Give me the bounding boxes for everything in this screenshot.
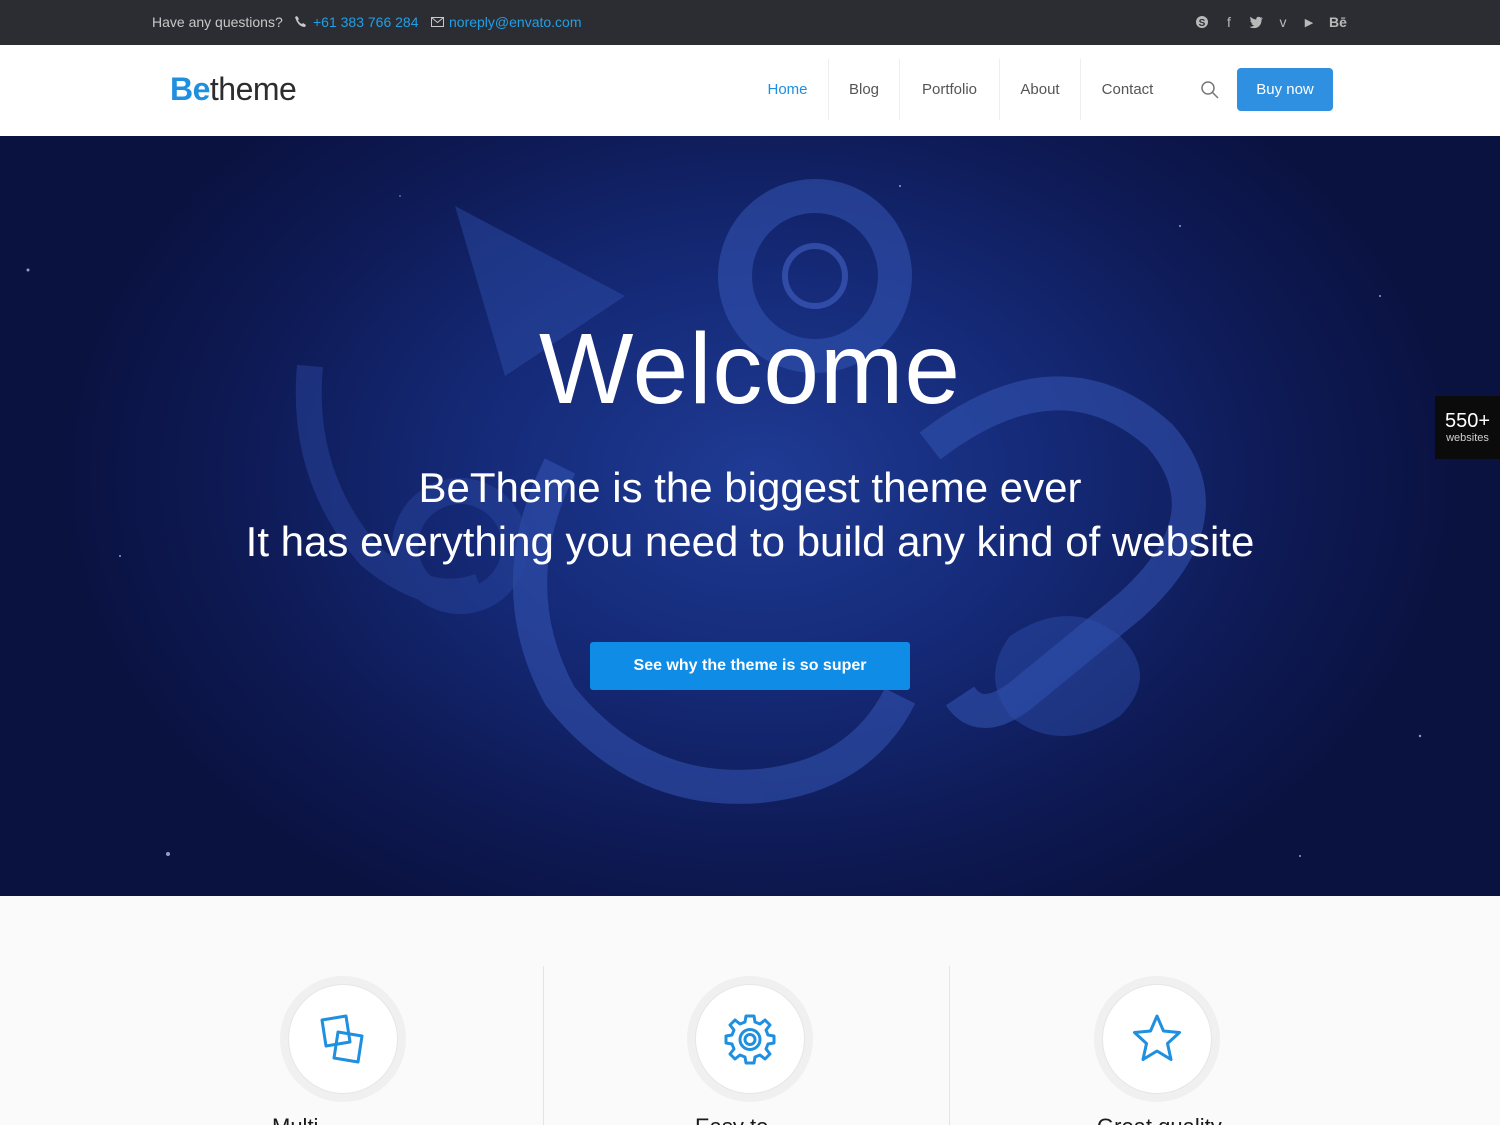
nav-about[interactable]: About [1000,59,1080,120]
documents-icon [320,1014,364,1064]
feature-icon-circle [280,976,406,1102]
hero-background-illustration [26,179,1422,857]
feature-icon-circle [1094,976,1220,1102]
vimeo-icon[interactable]: v [1272,12,1294,32]
phone-icon [295,16,306,27]
buy-now-button[interactable]: Buy now [1237,68,1333,111]
feature-icon-circle [687,976,813,1102]
nav-home[interactable]: Home [747,59,828,120]
feature-title: Great quality [1097,1114,1222,1125]
logo-theme: theme [209,71,297,107]
logo[interactable]: Betheme [170,71,297,107]
facebook-icon[interactable]: f [1219,12,1239,32]
nav-portfolio[interactable]: Portfolio [900,59,999,120]
twitter-icon[interactable] [1245,12,1267,32]
skype-icon[interactable]: S [1192,12,1212,32]
questions-text: Have any questions? [152,14,283,30]
svg-text:S: S [1199,18,1206,29]
mail-icon [431,17,444,27]
badge-label: websites [1446,432,1489,444]
badge-count: 550+ [1444,410,1491,432]
star-icon [1133,1014,1181,1061]
feature-divider [543,966,544,1125]
nav-contact[interactable]: Contact [1081,59,1174,120]
feature-divider [949,966,950,1125]
websites-count-badge[interactable]: 550+ websites [1435,396,1500,459]
search-icon[interactable] [1200,80,1220,100]
feature-title: Easy to [695,1114,768,1125]
top-bar: Have any questions? +61 383 766 284 nore… [0,0,1500,45]
phone-link[interactable]: +61 383 766 284 [313,14,419,30]
hero-title: Welcome [539,313,961,425]
hero-subtitle-line1: BeTheme is the biggest theme ever [418,464,1082,511]
hero-subtitle-line2: It has everything you need to build any … [245,518,1255,565]
gear-icon [724,1014,776,1065]
behance-icon[interactable]: Bē [1325,12,1351,32]
hero-section: Welcome BeTheme is the biggest theme eve… [0,136,1500,896]
site-header: Betheme Home Blog Portfolio About Contac… [0,45,1500,136]
nav-blog[interactable]: Blog [829,59,899,120]
youtube-icon[interactable]: ▶ [1299,12,1319,32]
email-link[interactable]: noreply@envato.com [449,14,582,30]
features-section: Multi Easy to Great quality [0,896,1500,1125]
hero-cta-button[interactable]: See why the theme is so super [590,642,910,690]
logo-be: Be [170,71,210,107]
feature-title: Multi [272,1114,318,1125]
